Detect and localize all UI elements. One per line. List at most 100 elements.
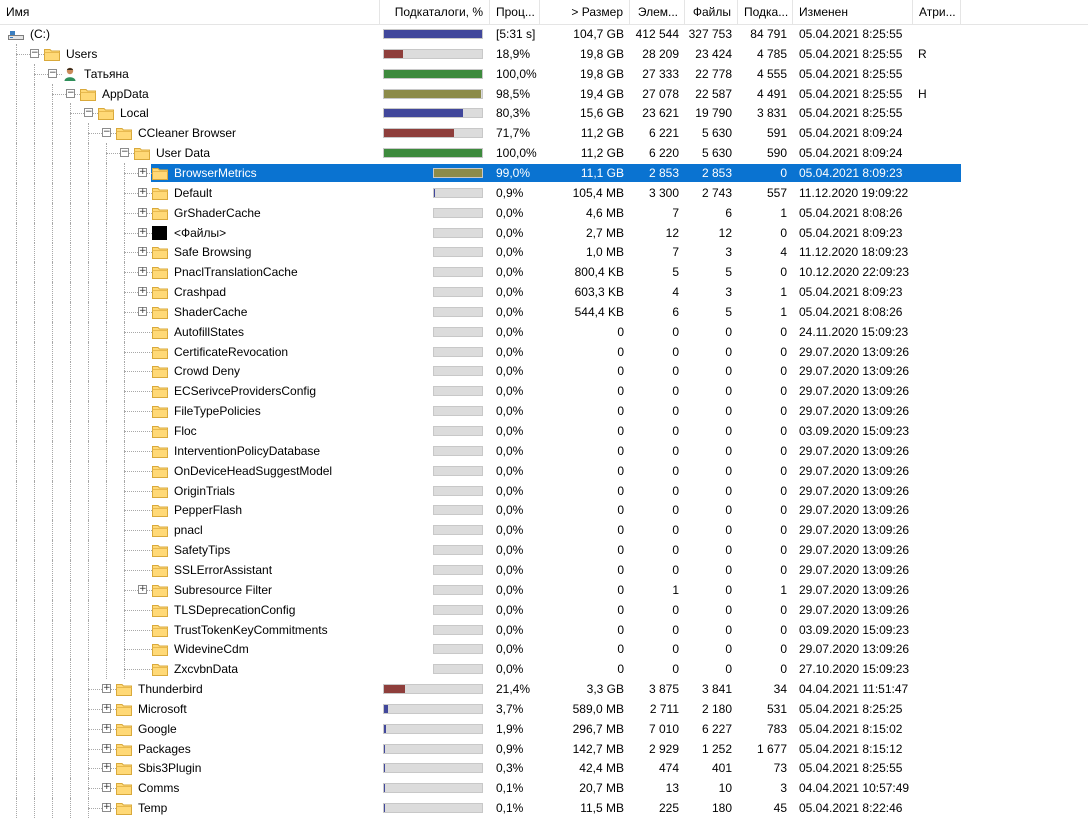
tree-row[interactable]: +Google1,9%296,7 MB7 0106 22778305.04.20… [0,719,1088,739]
expand-icon[interactable]: + [138,228,147,237]
expand-icon[interactable]: + [138,585,147,594]
column-subdirs-pct[interactable]: Подкаталоги, % [380,0,490,24]
expand-icon[interactable]: + [102,803,111,812]
modified-date: 10.12.2020 22:09:23 [799,262,914,282]
tree-row[interactable]: +Default0,9%105,4 MB3 3002 74355711.12.2… [0,183,1088,203]
expand-icon[interactable]: + [102,684,111,693]
expand-icon[interactable]: + [138,188,147,197]
expand-icon[interactable]: + [138,287,147,296]
tree-row[interactable]: +Subresource Filter0,0%010129.07.2020 13… [0,580,1088,600]
tree-row[interactable]: +PnaclTranslationCache0,0%800,4 KB55010.… [0,262,1088,282]
tree-row[interactable]: CertificateRevocation0,0%000029.07.2020 … [0,342,1088,362]
collapse-icon[interactable]: − [120,148,129,157]
items-count: 6 220 [630,143,679,163]
tree-row[interactable]: Crowd Deny0,0%000029.07.2020 13:09:26 [0,361,1088,381]
tree-guide-line [16,739,17,759]
attributes-value [918,600,958,620]
item-name: Crashpad [174,282,226,302]
tree-row[interactable]: +Thunderbird21,4%3,3 GB3 8753 8413404.04… [0,679,1088,699]
tree-guide-line [70,123,71,143]
column-size[interactable]: > Размер [540,0,630,24]
subdirs-percent-fill [384,109,463,117]
tree-row[interactable]: +Sbis3Plugin0,3%42,4 MB4744017305.04.202… [0,758,1088,778]
expand-icon[interactable]: + [138,247,147,256]
expand-icon[interactable]: + [138,267,147,276]
column-subdirs[interactable]: Подка... [738,0,793,24]
tree-row[interactable]: +ShaderCache0,0%544,4 KB65105.04.2021 8:… [0,302,1088,322]
items-count: 23 621 [630,103,679,123]
collapse-icon[interactable]: − [48,69,57,78]
expand-icon[interactable]: + [138,208,147,217]
tree-row[interactable]: TrustTokenKeyCommitments0,0%000003.09.20… [0,620,1088,640]
tree-row[interactable]: +GrShaderCache0,0%4,6 MB76105.04.2021 8:… [0,203,1088,223]
tree-row[interactable]: −User Data100,0%11,2 GB6 2205 63059005.0… [0,143,1088,163]
collapse-icon[interactable]: − [84,108,93,117]
tree-row[interactable]: −Local80,3%15,6 GB23 62119 7903 83105.04… [0,103,1088,123]
column-attributes[interactable]: Атри... [913,0,961,24]
tree-row[interactable]: OriginTrials0,0%000029.07.2020 13:09:26 [0,481,1088,501]
percent-value: 71,7% [496,123,544,143]
tree-guide-line [52,441,53,461]
expand-icon[interactable]: + [102,783,111,792]
size-value: 544,4 KB [546,302,624,322]
tree-row[interactable]: +BrowserMetrics99,0%11,1 GB2 8532 853005… [0,163,1088,183]
expand-icon[interactable]: + [102,704,111,713]
collapse-icon[interactable]: − [66,89,75,98]
tree-row[interactable]: +Microsoft3,7%589,0 MB2 7112 18053105.04… [0,699,1088,719]
tree-guide-line [16,163,17,183]
tree-row[interactable]: −CCleaner Browser71,7%11,2 GB6 2215 6305… [0,123,1088,143]
tree-guide-line [70,401,71,421]
tree-list[interactable]: (C:)[5:31 s]104,7 GB412 544327 75384 791… [0,24,1088,809]
tree-row[interactable]: WidevineCdm0,0%000029.07.2020 13:09:26 [0,639,1088,659]
tree-guide-line [52,143,53,163]
subdirs-count: 0 [741,560,787,580]
tree-row[interactable]: TLSDeprecationConfig0,0%000029.07.2020 1… [0,600,1088,620]
tree-row[interactable]: SSLErrorAssistant0,0%000029.07.2020 13:0… [0,560,1088,580]
tree-row[interactable]: +Comms0,1%20,7 MB1310304.04.2021 10:57:4… [0,778,1088,798]
tree-row[interactable]: +Safe Browsing0,0%1,0 MB73411.12.2020 18… [0,242,1088,262]
modified-date: 11.12.2020 18:09:23 [799,242,914,262]
expand-icon[interactable]: + [102,763,111,772]
column-modified[interactable]: Изменен [793,0,913,24]
folder-icon [134,146,150,160]
tree-guide-line [16,500,17,520]
subdirs-count: 1 [741,203,787,223]
item-name: Users [66,44,97,64]
tree-row[interactable]: ECSerivceProvidersConfig0,0%000029.07.20… [0,381,1088,401]
tree-guide-line [16,84,17,104]
attributes-value: R [918,44,958,64]
tree-row[interactable]: +Temp0,1%11,5 MB2251804505.04.2021 8:22:… [0,798,1088,818]
tree-row[interactable]: +Packages0,9%142,7 MB2 9291 2521 67705.0… [0,739,1088,759]
tree-row[interactable]: ZxcvbnData0,0%000027.10.2020 15:09:23 [0,659,1088,679]
tree-row[interactable]: Floc0,0%000003.09.2020 15:09:23 [0,421,1088,441]
tree-row[interactable]: InterventionPolicyDatabase0,0%000029.07.… [0,441,1088,461]
column-files[interactable]: Файлы [685,0,738,24]
tree-row[interactable]: OnDeviceHeadSuggestModel0,0%000029.07.20… [0,461,1088,481]
tree-row[interactable]: AutofillStates0,0%000024.11.2020 15:09:2… [0,322,1088,342]
folder-icon [116,702,132,716]
expand-icon[interactable]: + [102,724,111,733]
items-count: 0 [630,322,679,342]
tree-row[interactable]: pnacl0,0%000029.07.2020 13:09:26 [0,520,1088,540]
tree-row[interactable]: −Татьяна100,0%19,8 GB27 33322 7784 55505… [0,64,1088,84]
tree-row[interactable]: SafetyTips0,0%000029.07.2020 13:09:26 [0,540,1088,560]
tree-guide-line [70,223,71,243]
expand-icon[interactable]: + [138,307,147,316]
tree-row[interactable]: PepperFlash0,0%000029.07.2020 13:09:26 [0,500,1088,520]
tree-guide-line [52,580,53,600]
tree-row[interactable]: +Crashpad0,0%603,3 KB43105.04.2021 8:09:… [0,282,1088,302]
item-name: Google [138,719,177,739]
expand-icon[interactable]: + [102,744,111,753]
tree-row[interactable]: FileTypePolicies0,0%000029.07.2020 13:09… [0,401,1088,421]
column-name[interactable]: Имя [0,0,380,24]
tree-row[interactable]: (C:)[5:31 s]104,7 GB412 544327 75384 791… [0,24,1088,44]
expand-icon[interactable]: + [138,168,147,177]
tree-row[interactable]: −Users18,9%19,8 GB28 20923 4244 78505.04… [0,44,1088,64]
collapse-icon[interactable]: − [30,49,39,58]
modified-date: 29.07.2020 13:09:26 [799,560,914,580]
tree-row[interactable]: −AppData98,5%19,4 GB27 07822 5874 49105.… [0,84,1088,104]
column-pct[interactable]: Проц... [490,0,540,24]
collapse-icon[interactable]: − [102,128,111,137]
tree-row[interactable]: +<Файлы>0,0%2,7 MB1212005.04.2021 8:09:2… [0,223,1088,243]
column-items[interactable]: Элем... [630,0,685,24]
